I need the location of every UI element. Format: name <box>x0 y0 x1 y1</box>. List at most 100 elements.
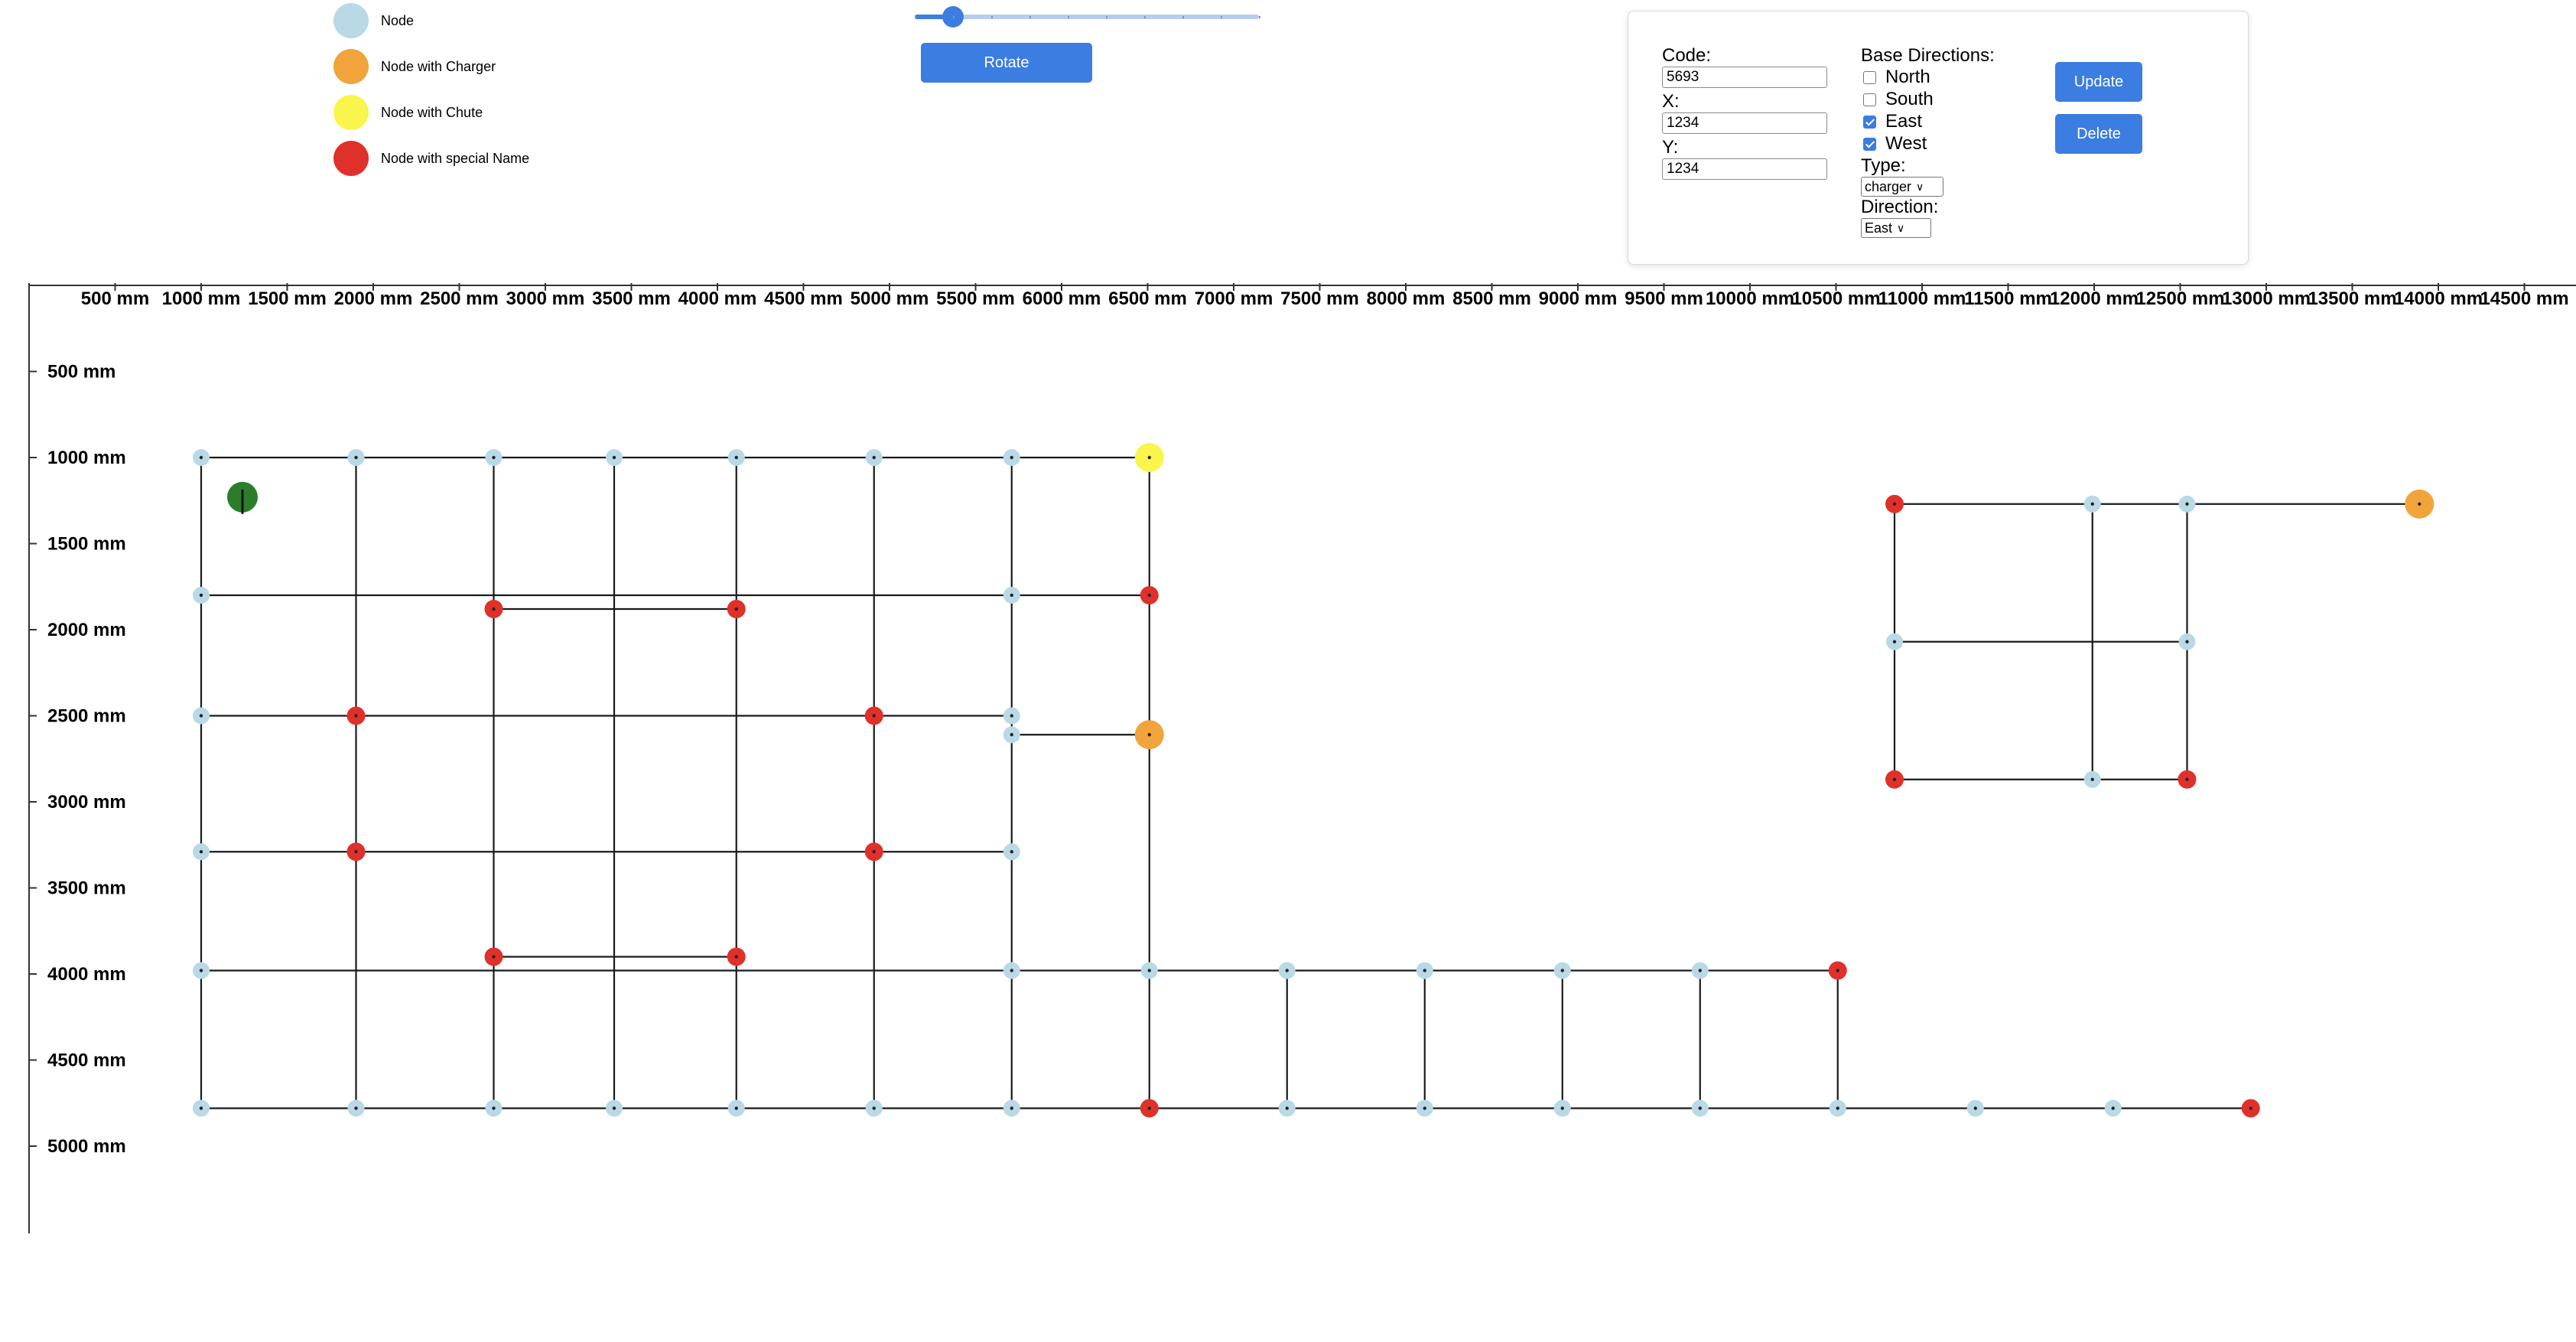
x-tick-label: 9500 mm <box>1625 288 1703 309</box>
y-tick-label: 4500 mm <box>47 1050 126 1071</box>
x-tick-label: 6000 mm <box>1023 288 1101 309</box>
y-tick-label: 1000 mm <box>47 448 126 468</box>
node-center-dot <box>734 1106 738 1110</box>
node-center-dot <box>1973 1106 1977 1110</box>
direction-label-south: South <box>1885 89 1934 109</box>
x-tick-label: 13500 mm <box>2308 288 2396 309</box>
node-center-dot <box>199 850 203 854</box>
direction-label-west: West <box>1885 133 1927 154</box>
slider-track[interactable] <box>915 15 1259 19</box>
node-center-dot <box>1147 1106 1151 1110</box>
x-tick-label: 3000 mm <box>506 288 585 309</box>
chevron-down-icon: ∨ <box>1897 221 1905 234</box>
x-tick-label: 12000 mm <box>2050 288 2139 309</box>
legend-label: Node <box>381 12 415 28</box>
legend-label: Node with special Name <box>381 150 530 166</box>
node-editor-panel: Code: X: Y: Base Directions: Type: charg… <box>1628 11 2249 265</box>
x-tick-label: 3500 mm <box>592 288 671 309</box>
node-center-dot <box>1836 969 1839 972</box>
base-directions-label: Base Directions: <box>1861 45 1995 66</box>
node-center-dot <box>1892 640 1897 643</box>
node-center-dot <box>612 1106 616 1110</box>
node-center-dot <box>1560 1106 1564 1110</box>
x-tick-label: 5000 mm <box>851 288 929 309</box>
delete-button[interactable]: Delete <box>2055 114 2142 154</box>
node-center-dot <box>199 455 203 460</box>
type-select[interactable]: charger ∨ <box>1861 177 1943 197</box>
node-map[interactable]: 500 mm 1000 mm 1500 mm 2000 mm 2500 mm 3000 m… <box>0 283 2576 1342</box>
node-center-dot <box>1698 969 1702 972</box>
node-center-dot <box>872 850 876 854</box>
code-input[interactable] <box>1662 67 1827 88</box>
x-tick-label: 1500 mm <box>248 288 327 309</box>
node-center-dot <box>1010 1106 1013 1110</box>
direction-select[interactable]: East ∨ <box>1861 218 1931 238</box>
slider-tick <box>1068 16 1069 18</box>
direction-checkbox-east[interactable] <box>1863 116 1876 129</box>
node-center-dot <box>1010 850 1013 854</box>
rotation-slider[interactable] <box>915 6 1260 28</box>
slider-tick <box>1259 16 1260 18</box>
x-tick-label: 11500 mm <box>1964 288 2052 309</box>
slider-tick <box>953 16 955 18</box>
chevron-down-icon: ∨ <box>1916 180 1924 193</box>
slider-tick <box>915 16 916 18</box>
y-input[interactable] <box>1662 158 1827 180</box>
direction-checkbox-south[interactable] <box>1863 93 1876 106</box>
rotate-button[interactable]: Rotate <box>921 43 1092 83</box>
slider-tick <box>991 16 993 18</box>
node-center-dot <box>1010 593 1013 598</box>
node-center-dot <box>2090 777 2094 781</box>
x-tick-label: 1000 mm <box>162 288 241 309</box>
node-center-dot <box>2111 1106 2115 1110</box>
node-center-dot <box>1836 1106 1839 1110</box>
x-tick-label: 8000 mm <box>1367 288 1446 309</box>
direction-label-east: East <box>1885 111 1923 132</box>
legend-label: Node with Chute <box>381 104 483 120</box>
node-center-dot <box>1010 455 1013 460</box>
node-center-dot <box>199 714 203 718</box>
x-tick-label: 14000 mm <box>2394 288 2483 309</box>
slider-tick <box>1029 16 1031 18</box>
node-center-dot <box>1147 593 1151 598</box>
y-tick-label: 3000 mm <box>47 792 126 813</box>
x-label: X: <box>1662 91 1680 112</box>
node-center-dot <box>492 607 496 611</box>
direction-checkbox-west[interactable] <box>1863 138 1876 151</box>
x-tick-label: 12500 mm <box>2135 288 2224 309</box>
direction-checkbox-north[interactable] <box>1863 71 1876 84</box>
x-tick-label: 2500 mm <box>420 288 499 309</box>
x-tick-label: 7500 mm <box>1280 288 1359 309</box>
node-center-dot <box>1285 1106 1289 1110</box>
legend-swatch <box>333 95 369 130</box>
legend-item: Node with special Name <box>333 141 529 176</box>
y-tick-label: 4000 mm <box>47 964 126 985</box>
x-tick-label: 8500 mm <box>1452 288 1531 309</box>
update-button[interactable]: Update <box>2055 62 2142 102</box>
x-tick-label: 500 mm <box>81 288 149 309</box>
node-center-dot <box>1010 733 1013 737</box>
node-center-dot <box>492 455 496 460</box>
x-input[interactable] <box>1662 112 1827 134</box>
node-center-dot <box>1147 733 1151 737</box>
node-center-dot <box>354 850 358 854</box>
legend-label: Node with Charger <box>381 58 496 74</box>
node-center-dot <box>734 607 738 611</box>
slider-tick <box>1182 16 1184 18</box>
x-tick-label: 7000 mm <box>1195 288 1273 309</box>
node-center-dot <box>492 955 496 959</box>
x-tick-label: 10500 mm <box>1791 288 1880 309</box>
y-tick-label: 3500 mm <box>47 878 126 899</box>
node-center-dot <box>612 455 616 460</box>
node-center-dot <box>354 1106 358 1110</box>
node-center-dot <box>2090 502 2094 506</box>
legend-item: Node with Charger <box>333 49 496 84</box>
legend-swatch <box>333 141 369 176</box>
node-center-dot <box>199 593 203 598</box>
y-label: Y: <box>1662 137 1679 158</box>
y-tick-label: 500 mm <box>47 362 115 383</box>
node-center-dot <box>1423 969 1426 972</box>
type-label: Type: <box>1861 155 1906 176</box>
legend-item: Node <box>333 3 414 38</box>
code-label: Code: <box>1662 45 1712 66</box>
